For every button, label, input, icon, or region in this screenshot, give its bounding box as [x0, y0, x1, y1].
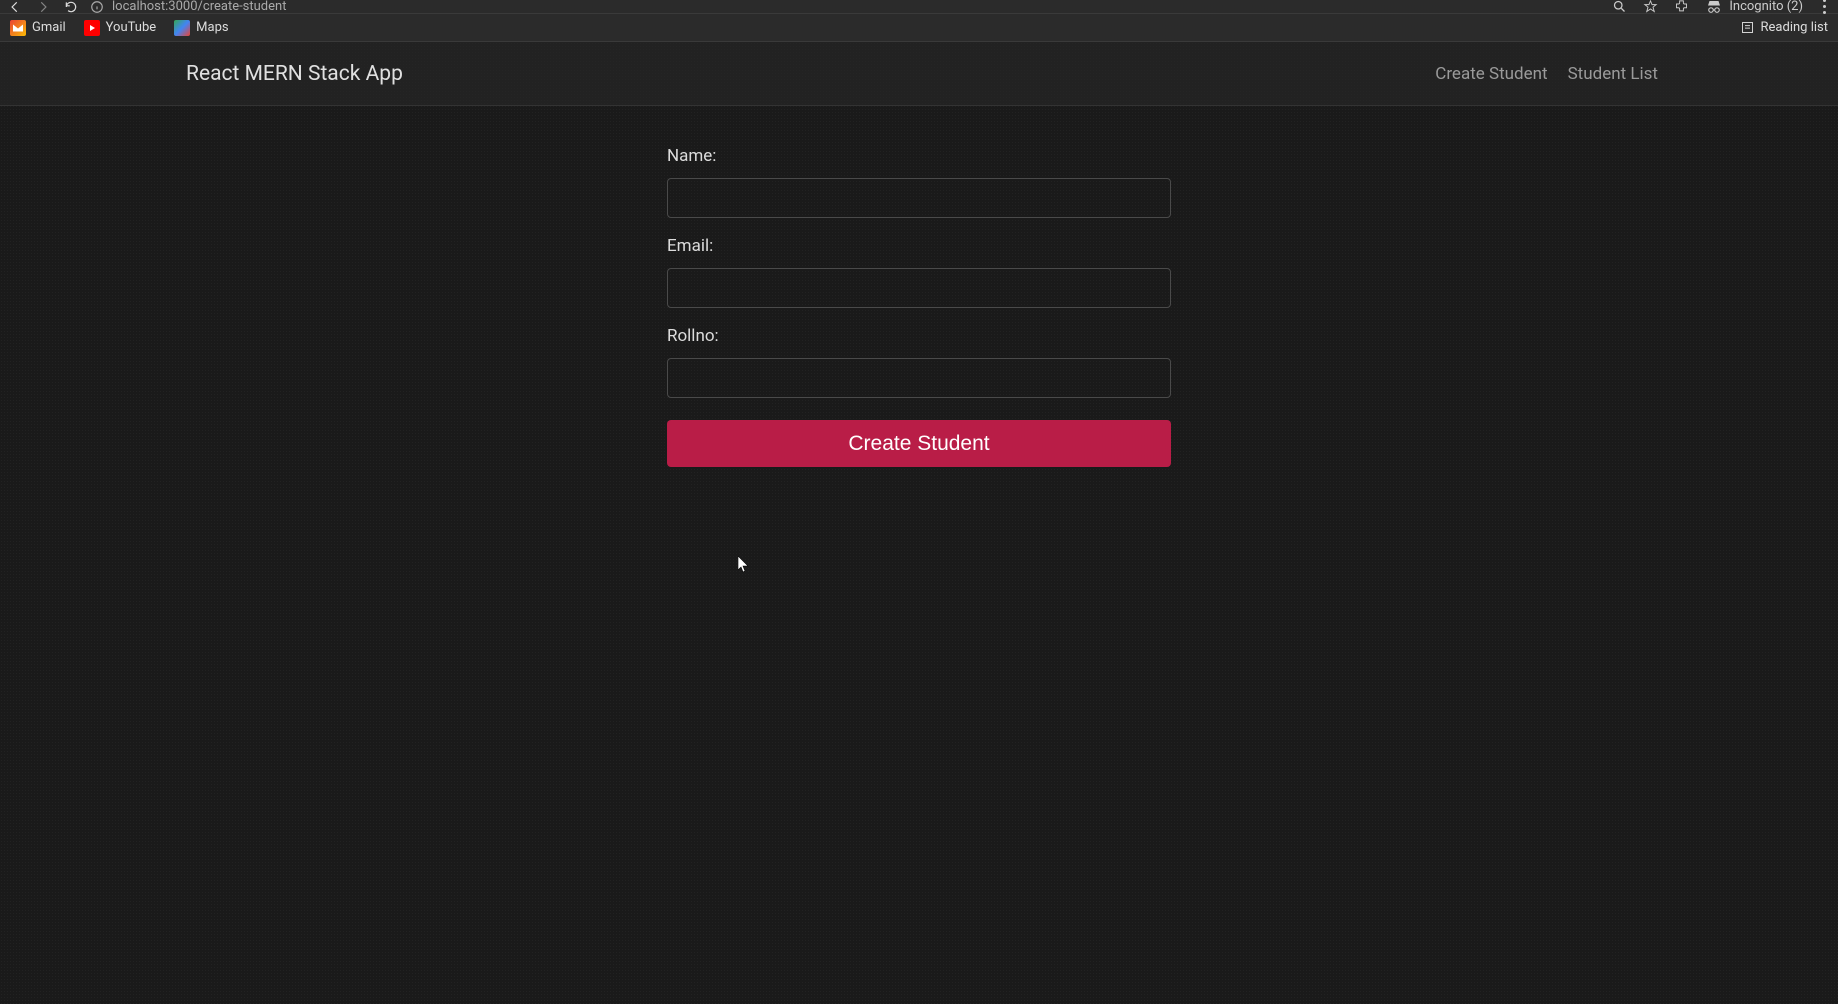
zoom-icon[interactable]: [1612, 0, 1627, 14]
menu-icon[interactable]: [1819, 0, 1830, 14]
bookmark-youtube-label: YouTube: [106, 20, 157, 35]
form-group-email: Email:: [667, 236, 1171, 308]
bookmark-maps-label: Maps: [196, 20, 228, 35]
email-input[interactable]: [667, 268, 1171, 308]
url-text: localhost:3000/create-student: [112, 0, 286, 14]
navbar-links: Create Student Student List: [1435, 64, 1658, 84]
gmail-icon: [10, 20, 26, 36]
rollno-label: Rollno:: [667, 326, 1171, 346]
star-icon[interactable]: [1643, 0, 1658, 14]
rollno-input[interactable]: [667, 358, 1171, 398]
create-student-form: Name: Email: Rollno: Create Student: [667, 146, 1171, 467]
maps-icon: [174, 20, 190, 36]
site-info-icon[interactable]: [90, 0, 104, 14]
create-student-button[interactable]: Create Student: [667, 420, 1171, 467]
name-label: Name:: [667, 146, 1171, 166]
forward-button[interactable]: [36, 0, 50, 14]
name-input[interactable]: [667, 178, 1171, 218]
nav-link-student-list[interactable]: Student List: [1568, 64, 1658, 84]
page-viewport: React MERN Stack App Create Student Stud…: [0, 42, 1838, 1004]
incognito-label: Incognito (2): [1729, 0, 1803, 14]
reading-list-label: Reading list: [1761, 20, 1828, 35]
bookmark-bar: Gmail YouTube Maps Reading list: [0, 14, 1838, 42]
bookmark-youtube[interactable]: YouTube: [84, 20, 157, 36]
bookmark-gmail-label: Gmail: [32, 20, 66, 35]
reading-list-icon: [1740, 20, 1755, 35]
reload-button[interactable]: [64, 0, 78, 14]
app-navbar: React MERN Stack App Create Student Stud…: [0, 42, 1838, 106]
navbar-brand[interactable]: React MERN Stack App: [186, 62, 403, 86]
back-button[interactable]: [8, 0, 22, 14]
bookmark-maps[interactable]: Maps: [174, 20, 228, 36]
browser-toolbar: localhost:3000/create-student Incognito …: [0, 0, 1838, 14]
email-label: Email:: [667, 236, 1171, 256]
extensions-icon[interactable]: [1674, 0, 1689, 14]
form-group-rollno: Rollno:: [667, 326, 1171, 398]
incognito-indicator[interactable]: Incognito (2): [1705, 0, 1803, 16]
reading-list-button[interactable]: Reading list: [1740, 20, 1828, 35]
form-group-name: Name:: [667, 146, 1171, 218]
address-bar[interactable]: localhost:3000/create-student: [90, 0, 1600, 14]
toolbar-right: Incognito (2): [1612, 0, 1830, 16]
nav-buttons: [8, 0, 78, 14]
nav-link-create-student[interactable]: Create Student: [1435, 64, 1547, 84]
bookmark-gmail[interactable]: Gmail: [10, 20, 66, 36]
youtube-icon: [84, 20, 100, 36]
